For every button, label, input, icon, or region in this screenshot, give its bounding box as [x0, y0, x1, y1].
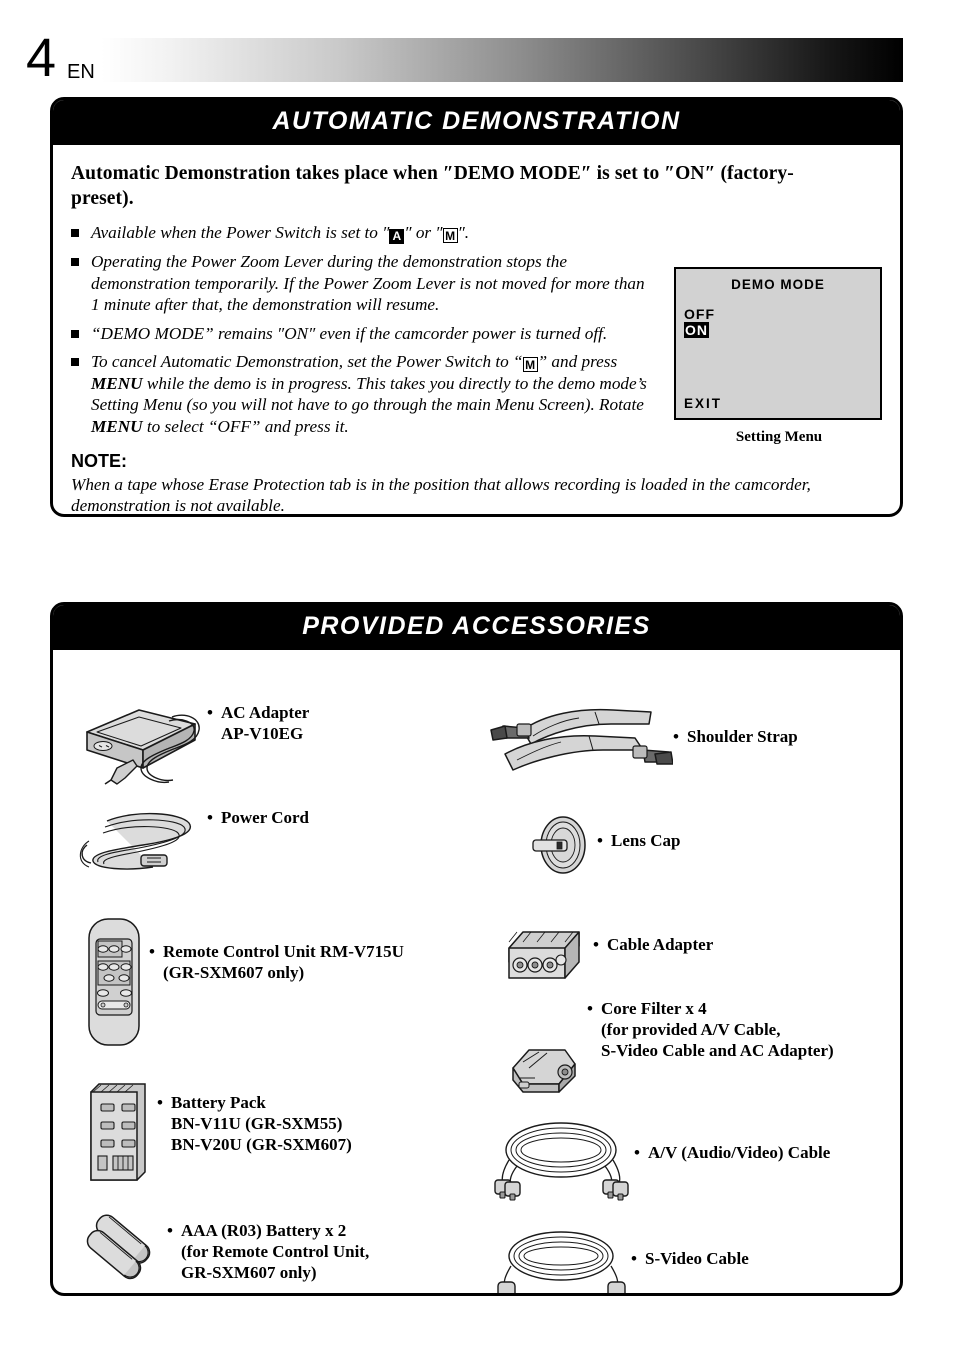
accessory-label-cable-adapter: Cable Adapter — [593, 934, 713, 955]
cable-adapter-icon — [501, 922, 593, 994]
accessory-item-av-cable: A/V (Audio/Video) Cable — [489, 1112, 830, 1202]
demo-bullet-3: “DEMO MODE” remains ″ON″ even if the cam… — [71, 323, 651, 345]
power-switch-manual-icon: M — [522, 357, 538, 372]
power-cord-icon — [77, 807, 207, 877]
accessory-label-av-cable: A/V (Audio/Video) Cable — [634, 1142, 830, 1163]
note-heading: NOTE: — [71, 451, 127, 471]
accessory-label-core-filter: Core Filter x 4 (for provided A/V Cable,… — [587, 998, 834, 1061]
av-cable-icon — [489, 1112, 634, 1202]
accessory-label-lens-cap: Lens Cap — [597, 830, 680, 851]
page-language-code: EN — [67, 61, 95, 83]
ac-adapter-icon — [77, 702, 207, 792]
accessory-item-aaa-battery: AAA (R03) Battery x 2 (for Remote Contro… — [75, 1210, 369, 1292]
note-body-text: When a tape whose Erase Protection tab i… — [71, 475, 811, 515]
menu-title-demo-mode: DEMO MODE — [731, 277, 825, 292]
menu-button-reference: MENU — [91, 416, 143, 436]
accessory-item-shoulder-strap: Shoulder Strap — [483, 702, 798, 782]
battery-pack-icon — [77, 1080, 157, 1190]
demo-lead-paragraph: Automatic Demonstration takes place when… — [71, 163, 794, 209]
menu-exit-item[interactable]: EXIT — [684, 396, 722, 411]
accessory-item-cable-adapter: Cable Adapter — [501, 922, 713, 994]
section-title-provided-accessories: PROVIDED ACCESSORIES — [53, 605, 900, 650]
accessory-label-ac-adapter: AC Adapter AP-V10EG — [207, 702, 309, 744]
accessory-label-shoulder-strap: Shoulder Strap — [673, 726, 798, 747]
accessory-item-ac-adapter: AC Adapter AP-V10EG — [77, 702, 309, 792]
page-header: 4 EN — [0, 31, 954, 85]
automatic-demonstration-section: AUTOMATIC DEMONSTRATION Automatic Demons… — [50, 97, 903, 517]
accessory-label-power-cord: Power Cord — [207, 807, 309, 828]
setting-menu-caption: Setting Menu — [735, 429, 823, 445]
setting-menu-screen: DEMO MODE OFF ON EXIT — [674, 267, 882, 420]
accessory-label-aaa-battery: AAA (R03) Battery x 2 (for Remote Contro… — [167, 1220, 369, 1283]
accessory-item-battery-pack: Battery Pack BN-V11U (GR-SXM55) BN-V20U … — [77, 1080, 352, 1190]
accessory-label-remote-control: Remote Control Unit RM-V715U (GR-SXM607 … — [149, 941, 404, 983]
page-number: 4 — [26, 28, 56, 88]
provided-accessories-section: PROVIDED ACCESSORIES • AC Adapter AP-V10… — [50, 602, 903, 1296]
core-filter-icon — [503, 1038, 587, 1100]
remote-control-icon — [79, 915, 149, 1050]
power-switch-manual-icon: M — [442, 228, 458, 243]
setting-menu-illustration: DEMO MODE OFF ON EXIT Setting Menu — [674, 267, 884, 446]
menu-button-reference: MENU — [91, 373, 143, 393]
demo-bullet-4: To cancel Automatic Demonstration, set t… — [71, 351, 651, 437]
demo-bullet-2: Operating the Power Zoom Lever during th… — [71, 251, 651, 316]
header-gradient-bar — [50, 38, 903, 82]
demo-bullet-list: Available when the Power Switch is set t… — [71, 222, 651, 437]
accessory-label-battery-pack: Battery Pack BN-V11U (GR-SXM55) BN-V20U … — [157, 1092, 352, 1155]
accessory-item-s-video-cable: S-Video Cable — [491, 1222, 749, 1293]
demo-section-body: Automatic Demonstration takes place when… — [53, 145, 900, 515]
accessory-item-power-cord: Power Cord — [77, 807, 309, 877]
section-title-automatic-demonstration: AUTOMATIC DEMONSTRATION — [53, 100, 900, 145]
s-video-cable-icon — [491, 1222, 631, 1293]
accessory-item-core-filter: Core Filter x 4 (for provided A/V Cable,… — [503, 998, 834, 1100]
menu-option-off[interactable]: OFF — [684, 306, 715, 322]
shoulder-strap-icon — [483, 702, 673, 782]
demo-bullet-1: Available when the Power Switch is set t… — [71, 222, 651, 244]
accessory-label-s-video-cable: S-Video Cable — [631, 1248, 749, 1269]
menu-option-on-selected[interactable]: ON — [684, 322, 709, 338]
accessory-item-remote-control: Remote Control Unit RM-V715U (GR-SXM607 … — [79, 915, 404, 1050]
accessories-body: AC Adapter AP-V10EG — [53, 650, 900, 1293]
accessory-item-lens-cap: Lens Cap — [521, 810, 680, 880]
power-switch-auto-icon: A — [389, 229, 405, 244]
aaa-battery-icon — [75, 1210, 167, 1292]
lens-cap-icon — [521, 810, 597, 880]
